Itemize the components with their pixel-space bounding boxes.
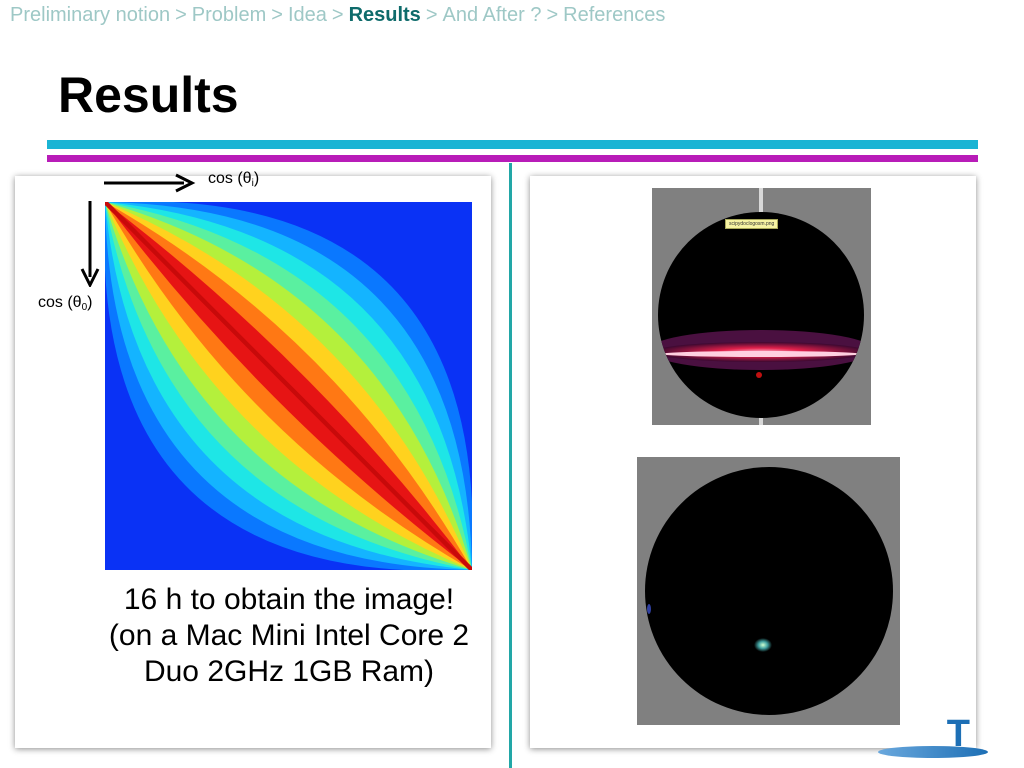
sphere-render-image-2 — [637, 457, 900, 725]
breadcrumb-item-problem[interactable]: Problem — [192, 4, 266, 26]
title-rule-cyan — [47, 140, 978, 149]
sphere-render-image-1: scipydoclogosm.png — [652, 188, 871, 425]
breadcrumb-separator: > — [175, 4, 187, 26]
axis-label-cos-theta-0: cos (θ0) — [38, 294, 93, 313]
logo-swoosh — [878, 746, 988, 758]
axis-label-cos-theta-i: cos (θi) — [208, 170, 260, 189]
breadcrumb-item-results[interactable]: Results — [349, 4, 421, 26]
breadcrumb-separator: > — [425, 4, 438, 26]
breadcrumb-item-preliminary[interactable]: Preliminary notion — [10, 4, 170, 26]
breadcrumb-separator: > — [546, 4, 559, 26]
breadcrumb-separator: > — [331, 4, 344, 26]
slide-title: Results — [58, 67, 239, 123]
caption-text: 16 h to obtain the image! (on a Mac Mini… — [108, 583, 470, 688]
column-divider — [509, 163, 512, 768]
arrow-right-icon — [104, 173, 196, 193]
title-rule-magenta — [47, 155, 978, 162]
logo: T — [878, 714, 998, 768]
filename-tag: scipydoclogosm.png — [725, 219, 779, 229]
breadcrumb-separator: > — [271, 4, 283, 26]
breadcrumb-item-and-after[interactable]: And After ? — [443, 4, 542, 26]
phase-function-heatmap — [105, 202, 472, 570]
breadcrumb: Preliminary notion > Problem > Idea > Results >… — [10, 4, 665, 27]
breadcrumb-item-idea[interactable]: Idea — [288, 4, 327, 26]
arrow-down-icon — [80, 201, 100, 287]
breadcrumb-item-references[interactable]: References — [563, 4, 665, 26]
